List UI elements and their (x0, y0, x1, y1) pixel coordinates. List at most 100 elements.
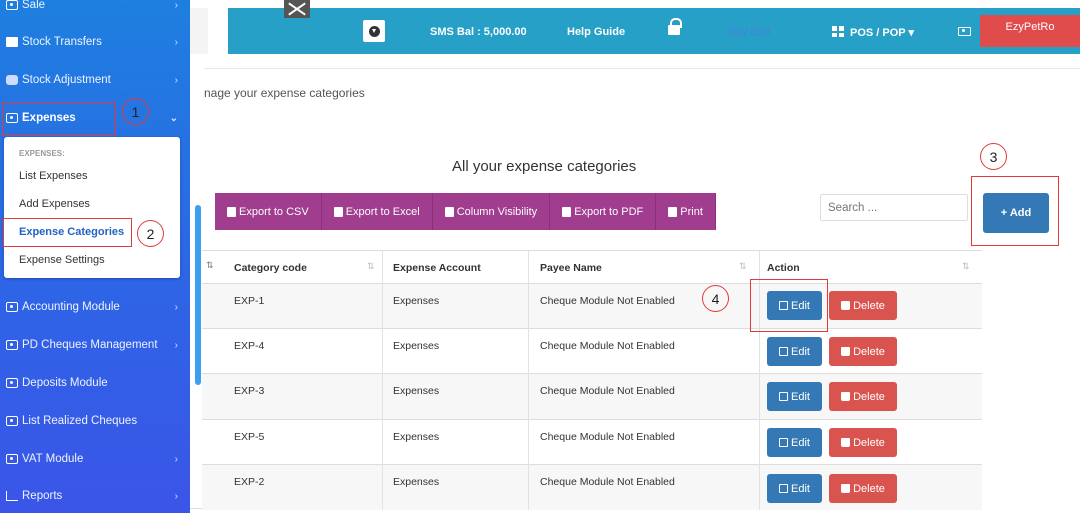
page-subtitle: nage your expense categories (204, 86, 365, 100)
file-icon (227, 206, 236, 217)
trash-icon (841, 484, 851, 493)
delete-button[interactable]: Delete (829, 382, 897, 411)
export-pdf-button[interactable]: Export to PDF (550, 193, 657, 230)
sidebar-item-pd-cheques[interactable]: PD Cheques Management › (0, 326, 190, 364)
column-visibility-label: Column Visibility (456, 205, 538, 218)
delete-label: Delete (853, 345, 885, 358)
edit-icon (779, 484, 789, 493)
delete-label: Delete (853, 482, 885, 495)
print-button[interactable]: Print (656, 193, 716, 230)
print-label: Print (680, 205, 703, 218)
table-row: EXP-2 Expenses Cheque Module Not Enabled… (202, 464, 982, 510)
cash-icon[interactable] (958, 27, 971, 36)
table-row: EXP-5 Expenses Cheque Module Not Enabled… (202, 419, 982, 464)
sidebar-item-label: Stock Transfers (22, 36, 102, 48)
download-icon (368, 25, 380, 37)
sidebar-item-stock-adjustment[interactable]: Stock Adjustment › (0, 61, 190, 99)
expenses-submenu: EXPENSES: List Expenses Add Expenses Exp… (4, 137, 180, 278)
delete-button[interactable]: Delete (829, 428, 897, 457)
payee-name: Cheque Module Not Enabled (540, 431, 675, 443)
sidebar-item-label: Stock Adjustment (22, 74, 111, 86)
category-code: EXP-4 (234, 340, 265, 352)
delete-button[interactable]: Delete (829, 474, 897, 503)
sort-icon[interactable]: ⇅ (367, 261, 375, 272)
chart-icon (6, 491, 18, 501)
submenu-item-add-expenses[interactable]: Add Expenses (19, 198, 90, 210)
sidebar-item-reports[interactable]: Reports › (0, 477, 190, 513)
help-guide-link[interactable]: Help Guide (567, 26, 625, 38)
submenu-header: EXPENSES: (19, 149, 65, 158)
money-icon (6, 302, 18, 312)
sidebar-scrollbar[interactable] (195, 205, 201, 385)
trash-icon (841, 347, 851, 356)
edit-label: Edit (791, 345, 810, 358)
submenu-item-list-expenses[interactable]: List Expenses (19, 170, 87, 182)
edit-button[interactable]: Edit (767, 474, 822, 503)
account-button[interactable]: EzyPetRo (980, 15, 1080, 47)
annotation-marker: 1 (122, 98, 149, 125)
close-icon[interactable] (284, 0, 310, 18)
sidebar: Sale › Stock Transfers › Stock Adjustmen… (0, 0, 190, 513)
chevron-right-icon: › (174, 339, 178, 351)
pos-menu[interactable]: POS / POP ▾ (850, 26, 914, 39)
sidebar-item-label: List Realized Cheques (22, 415, 138, 427)
search-input[interactable] (820, 194, 968, 221)
delete-button[interactable]: Delete (829, 337, 897, 366)
category-code: EXP-1 (234, 295, 265, 307)
export-toolbar: Export to CSV Export to Excel Column Vis… (215, 193, 716, 230)
sidebar-item-vat-module[interactable]: VAT Module › (0, 440, 190, 478)
lock-icon[interactable] (668, 18, 682, 35)
edit-icon (779, 392, 789, 401)
submenu-item-expense-settings[interactable]: Expense Settings (19, 254, 105, 266)
table-row: EXP-3 Expenses Cheque Module Not Enabled… (202, 373, 982, 419)
trash-icon (841, 301, 851, 310)
annotation-highlight (3, 218, 132, 247)
sidebar-item-accounting-module[interactable]: Accounting Module › (0, 288, 190, 326)
chevron-right-icon: › (174, 0, 178, 11)
header-left-panel (190, 8, 208, 54)
payee-name: Cheque Module Not Enabled (540, 340, 675, 352)
edit-button[interactable]: Edit (767, 382, 822, 411)
column-header: Action (767, 262, 800, 274)
sidebar-item-sale[interactable]: Sale › (0, 0, 190, 24)
sort-icon[interactable]: ⇅ (739, 261, 747, 272)
sort-icon[interactable]: ⇅ (962, 261, 970, 272)
export-csv-label: Export to CSV (239, 205, 309, 218)
expense-account: Expenses (393, 385, 440, 397)
edit-button[interactable]: Edit (767, 337, 822, 366)
export-excel-button[interactable]: Export to Excel (321, 193, 433, 230)
column-divider (382, 250, 383, 510)
columns-icon (444, 206, 454, 217)
edit-button[interactable]: Edit (767, 428, 822, 457)
expense-account: Expenses (393, 476, 440, 488)
sidebar-item-realized-cheques[interactable]: List Realized Cheques (0, 402, 190, 440)
column-header[interactable]: Expense Account (393, 262, 481, 274)
expense-account: Expenses (393, 431, 440, 443)
edit-label: Edit (791, 436, 810, 449)
day-end-link[interactable]: Day End (728, 26, 770, 38)
annotation-highlight (750, 279, 828, 332)
sidebar-item-deposits-module[interactable]: Deposits Module (0, 364, 190, 402)
download-button[interactable] (363, 20, 385, 42)
vat-icon (6, 454, 18, 464)
chevron-right-icon: › (174, 453, 178, 465)
chevron-right-icon: › (174, 490, 178, 502)
delete-button[interactable]: Delete (829, 291, 897, 320)
trash-icon (841, 392, 851, 401)
column-header[interactable]: Payee Name (540, 262, 602, 274)
chevron-down-icon: ⌄ (169, 112, 178, 124)
payee-name: Cheque Module Not Enabled (540, 476, 675, 488)
truck-icon (6, 37, 18, 47)
edit-label: Edit (791, 390, 810, 403)
sort-icon[interactable]: ⇅ (206, 260, 214, 271)
money-icon (6, 378, 18, 388)
export-csv-button[interactable]: Export to CSV (215, 193, 322, 230)
table-row: EXP-4 Expenses Cheque Module Not Enabled… (202, 328, 982, 373)
sidebar-item-stock-transfers[interactable]: Stock Transfers › (0, 23, 190, 61)
chevron-right-icon: › (174, 74, 178, 86)
column-visibility-button[interactable]: Column Visibility (432, 193, 551, 230)
table-header-row: ⇅ Category code ⇅ Expense Account Payee … (202, 250, 982, 283)
annotation-highlight (2, 102, 116, 136)
column-header[interactable]: Category code (234, 262, 307, 274)
category-code: EXP-3 (234, 385, 265, 397)
